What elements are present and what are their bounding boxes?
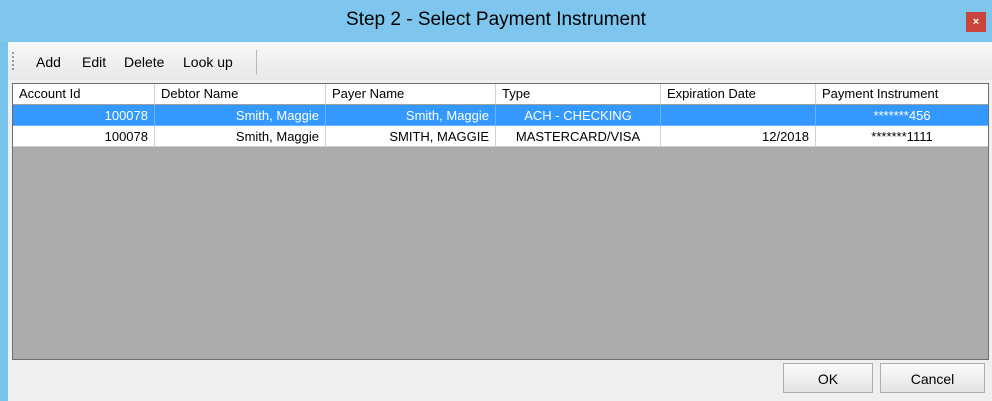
column-header-account-id[interactable]: Account Id bbox=[13, 84, 155, 104]
column-header-expiration-date[interactable]: Expiration Date bbox=[661, 84, 816, 104]
toolbar: Add Edit Delete Look up bbox=[8, 42, 992, 80]
table-row[interactable]: 100078 Smith, Maggie Smith, Maggie ACH -… bbox=[13, 105, 988, 126]
cell-payer-name: SMITH, MAGGIE bbox=[326, 126, 496, 147]
column-header-payer-name[interactable]: Payer Name bbox=[326, 84, 496, 104]
cell-payment-instrument: *******1111 bbox=[816, 126, 988, 147]
close-button[interactable]: × bbox=[966, 12, 986, 32]
payment-instrument-grid[interactable]: Account Id Debtor Name Payer Name Type E… bbox=[12, 83, 989, 360]
column-header-payment-instrument[interactable]: Payment Instrument bbox=[816, 84, 988, 104]
cell-type: MASTERCARD/VISA bbox=[496, 126, 661, 147]
cell-account-id: 100078 bbox=[13, 126, 155, 147]
title-bar[interactable]: Step 2 - Select Payment Instrument × bbox=[0, 0, 992, 42]
column-header-type[interactable]: Type bbox=[496, 84, 661, 104]
dialog-title: Step 2 - Select Payment Instrument bbox=[346, 9, 646, 30]
delete-button[interactable]: Delete bbox=[124, 54, 164, 70]
cancel-button[interactable]: Cancel bbox=[880, 363, 985, 393]
cell-payment-instrument: *******456 bbox=[816, 105, 988, 126]
cell-type: ACH - CHECKING bbox=[496, 105, 661, 126]
cell-payer-name: Smith, Maggie bbox=[326, 105, 496, 126]
edit-button[interactable]: Edit bbox=[82, 54, 106, 70]
dialog-window: Step 2 - Select Payment Instrument × Add… bbox=[0, 0, 992, 401]
ok-button[interactable]: OK bbox=[783, 363, 873, 393]
cell-debtor-name: Smith, Maggie bbox=[155, 126, 326, 147]
cell-account-id: 100078 bbox=[13, 105, 155, 126]
cell-debtor-name: Smith, Maggie bbox=[155, 105, 326, 126]
dialog-body: Add Edit Delete Look up Account Id Debto… bbox=[8, 42, 992, 401]
toolbar-grip[interactable] bbox=[12, 52, 16, 70]
toolbar-separator bbox=[256, 50, 257, 74]
column-header-debtor-name[interactable]: Debtor Name bbox=[155, 84, 326, 104]
table-row[interactable]: 100078 Smith, Maggie SMITH, MAGGIE MASTE… bbox=[13, 126, 988, 147]
add-button[interactable]: Add bbox=[36, 54, 61, 70]
look-up-button[interactable]: Look up bbox=[183, 54, 233, 70]
grid-header: Account Id Debtor Name Payer Name Type E… bbox=[13, 84, 988, 105]
cell-expiration-date: 12/2018 bbox=[661, 126, 816, 147]
cell-expiration-date bbox=[661, 105, 816, 126]
